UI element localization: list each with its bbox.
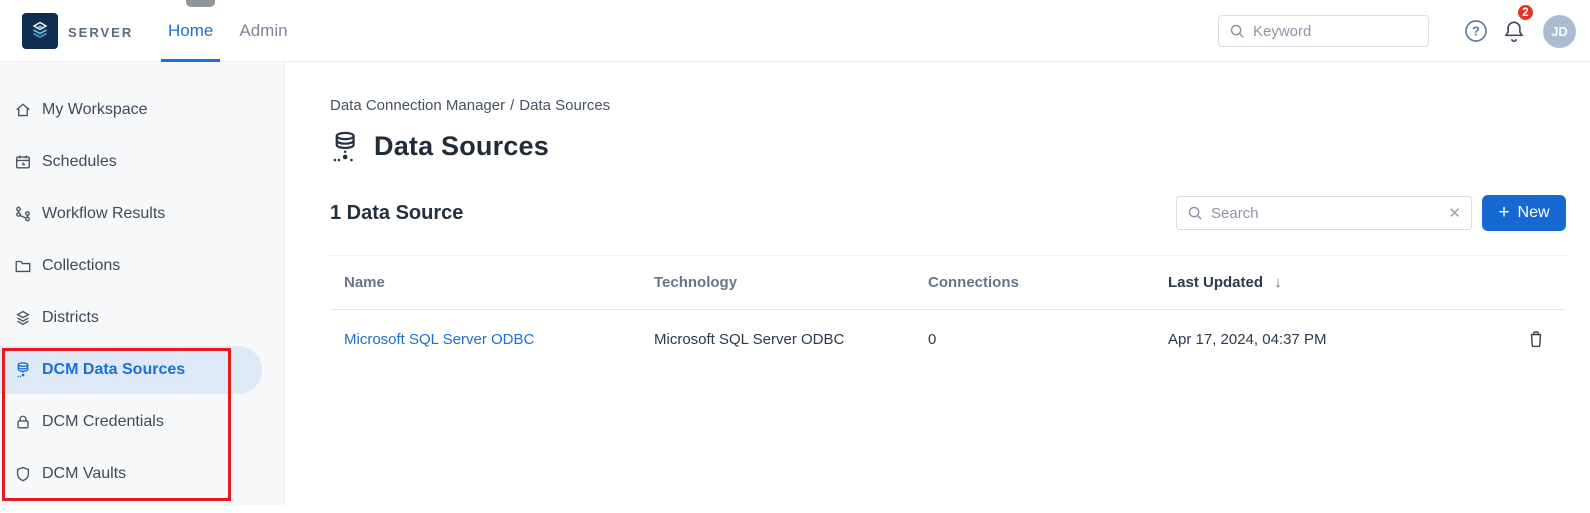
technology-cell: Microsoft SQL Server ODBC bbox=[654, 331, 928, 348]
workflow-icon bbox=[14, 205, 32, 223]
database-icon bbox=[14, 361, 32, 379]
avatar[interactable]: JD bbox=[1543, 15, 1576, 48]
global-search-input[interactable] bbox=[1253, 23, 1418, 40]
sidebar-item-label: Workflow Results bbox=[42, 205, 165, 223]
toolbar: 1 Data Source ✕ + New bbox=[330, 195, 1566, 231]
nav-tab-admin[interactable]: Admin bbox=[239, 0, 287, 62]
top-nav: Home Admin bbox=[168, 0, 288, 62]
sidebar-item-dcm-credentials[interactable]: DCM Credentials bbox=[0, 398, 284, 446]
sidebar-item-dcm-data-sources[interactable]: DCM Data Sources bbox=[0, 346, 262, 394]
data-source-count: 1 Data Source bbox=[330, 202, 463, 225]
last-updated-cell: Apr 17, 2024, 04:37 PM bbox=[1168, 331, 1506, 348]
plus-icon: + bbox=[1498, 203, 1509, 222]
sidebar: My Workspace Schedules Workflow Results … bbox=[0, 62, 285, 505]
top-bar: SERVER Home Admin ? 2 JD bbox=[0, 0, 1590, 62]
connections-cell: 0 bbox=[928, 331, 1168, 348]
search-icon bbox=[1229, 23, 1245, 39]
sidebar-item-label: DCM Credentials bbox=[42, 413, 164, 431]
svg-text:?: ? bbox=[1472, 24, 1480, 39]
layers-icon bbox=[14, 309, 32, 327]
column-header-name[interactable]: Name bbox=[330, 274, 654, 291]
sidebar-item-my-workspace[interactable]: My Workspace bbox=[0, 86, 284, 134]
sidebar-item-label: Districts bbox=[42, 309, 99, 327]
breadcrumb-separator: / bbox=[510, 97, 514, 114]
nav-tab-home[interactable]: Home bbox=[168, 0, 213, 62]
sidebar-item-label: Schedules bbox=[42, 153, 117, 171]
sidebar-item-districts[interactable]: Districts bbox=[0, 294, 284, 342]
help-button[interactable]: ? bbox=[1464, 19, 1488, 43]
sidebar-item-schedules[interactable]: Schedules bbox=[0, 138, 284, 186]
notification-badge: 2 bbox=[1516, 3, 1535, 22]
page-title: Data Sources bbox=[374, 131, 549, 162]
sidebar-item-collections[interactable]: Collections bbox=[0, 242, 284, 290]
brand-label: SERVER bbox=[68, 25, 133, 40]
calendar-icon bbox=[14, 153, 32, 171]
data-source-icon bbox=[330, 130, 358, 163]
home-icon bbox=[14, 101, 32, 119]
new-button[interactable]: + New bbox=[1482, 195, 1566, 231]
sort-desc-icon: ↓ bbox=[1274, 274, 1282, 291]
column-header-connections[interactable]: Connections bbox=[928, 274, 1168, 291]
data-source-link[interactable]: Microsoft SQL Server ODBC bbox=[344, 331, 534, 348]
table-header-row: Name Technology Connections Last Updated… bbox=[330, 255, 1566, 310]
table-search: ✕ bbox=[1176, 196, 1472, 230]
folder-icon bbox=[14, 257, 32, 275]
data-sources-table: Name Technology Connections Last Updated… bbox=[330, 255, 1566, 368]
breadcrumb-dcm[interactable]: Data Connection Manager bbox=[330, 97, 505, 114]
column-header-last-updated[interactable]: Last Updated ↓ bbox=[1168, 274, 1506, 291]
layers-logo-icon bbox=[28, 19, 52, 43]
sidebar-item-label: DCM Vaults bbox=[42, 465, 126, 483]
table-search-input[interactable] bbox=[1211, 205, 1440, 222]
title-row: Data Sources bbox=[330, 130, 549, 163]
clear-search-icon[interactable]: ✕ bbox=[1448, 206, 1461, 221]
breadcrumb: Data Connection Manager / Data Sources bbox=[330, 97, 610, 114]
sidebar-item-workflow-results[interactable]: Workflow Results bbox=[0, 190, 284, 238]
name-cell: Microsoft SQL Server ODBC bbox=[330, 331, 654, 348]
notifications-bell-icon[interactable] bbox=[1502, 18, 1526, 46]
shield-icon bbox=[14, 465, 32, 483]
column-header-label: Last Updated bbox=[1168, 274, 1263, 291]
delete-icon[interactable] bbox=[1528, 329, 1544, 349]
new-button-label: New bbox=[1518, 204, 1550, 222]
sidebar-item-dcm-vaults[interactable]: DCM Vaults bbox=[0, 450, 284, 498]
sidebar-item-label: My Workspace bbox=[42, 101, 148, 119]
lock-icon bbox=[14, 413, 32, 431]
breadcrumb-data-sources[interactable]: Data Sources bbox=[519, 97, 610, 114]
actions-cell bbox=[1506, 329, 1566, 349]
server-logo[interactable] bbox=[22, 13, 58, 49]
sidebar-item-label: Collections bbox=[42, 257, 120, 275]
table-row: Microsoft SQL Server ODBC Microsoft SQL … bbox=[330, 310, 1566, 368]
column-header-technology[interactable]: Technology bbox=[654, 274, 928, 291]
sidebar-item-label: DCM Data Sources bbox=[42, 361, 185, 379]
global-search bbox=[1218, 15, 1429, 47]
search-icon bbox=[1187, 205, 1203, 221]
main-content: Data Connection Manager / Data Sources Dat… bbox=[286, 62, 1590, 513]
